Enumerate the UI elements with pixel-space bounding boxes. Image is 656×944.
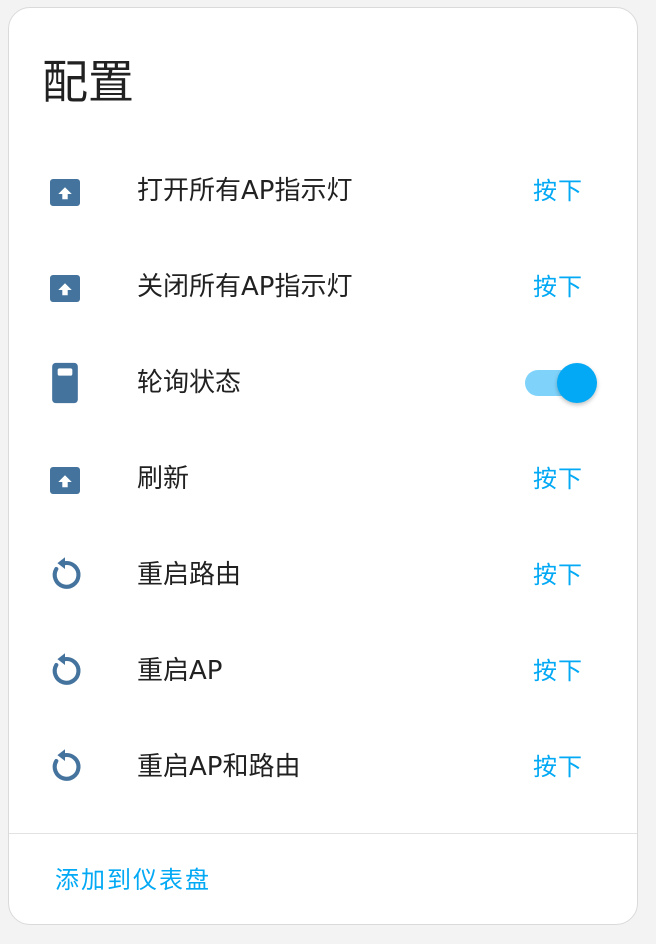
switch-icon: [43, 361, 87, 405]
entity-label: 关闭所有AP指示灯: [137, 272, 353, 302]
entity-row-polling-status: 轮询状态: [9, 335, 637, 431]
polling-toggle[interactable]: [523, 363, 597, 403]
entity-label: 重启AP和路由: [137, 752, 301, 782]
restart-icon: [43, 649, 87, 693]
config-card: 配置 打开所有AP指示灯 按下 关闭所有AP指示灯 按下 轮询状态 刷新 按下: [8, 7, 638, 925]
entity-row-refresh: 刷新 按下: [9, 431, 637, 527]
press-button[interactable]: 按下: [531, 743, 585, 791]
restart-icon: [43, 553, 87, 597]
toggle-knob: [557, 363, 597, 403]
button-press-icon: [43, 457, 87, 501]
button-press-icon: [43, 265, 87, 309]
entity-row-restart-ap: 重启AP 按下: [9, 623, 637, 719]
entity-label: 刷新: [137, 464, 190, 494]
press-button[interactable]: 按下: [531, 551, 585, 599]
card-footer: 添加到仪表盘: [9, 833, 637, 924]
press-button[interactable]: 按下: [531, 455, 585, 503]
entity-label: 打开所有AP指示灯: [137, 176, 353, 206]
entity-row-all-ap-leds-on: 打开所有AP指示灯 按下: [9, 143, 637, 239]
add-to-dashboard-button[interactable]: 添加到仪表盘: [55, 860, 211, 900]
entity-row-all-ap-leds-off: 关闭所有AP指示灯 按下: [9, 239, 637, 335]
press-button[interactable]: 按下: [531, 263, 585, 311]
entity-row-restart-ap-and-router: 重启AP和路由 按下: [9, 719, 637, 815]
entity-label: 重启AP: [137, 656, 223, 686]
entity-label: 轮询状态: [137, 368, 242, 398]
restart-icon: [43, 745, 87, 789]
press-button[interactable]: 按下: [531, 647, 585, 695]
entity-label: 重启路由: [137, 560, 242, 590]
button-press-icon: [43, 169, 87, 213]
press-button[interactable]: 按下: [531, 167, 585, 215]
card-title: 配置: [42, 55, 134, 109]
entity-row-restart-router: 重启路由 按下: [9, 527, 637, 623]
